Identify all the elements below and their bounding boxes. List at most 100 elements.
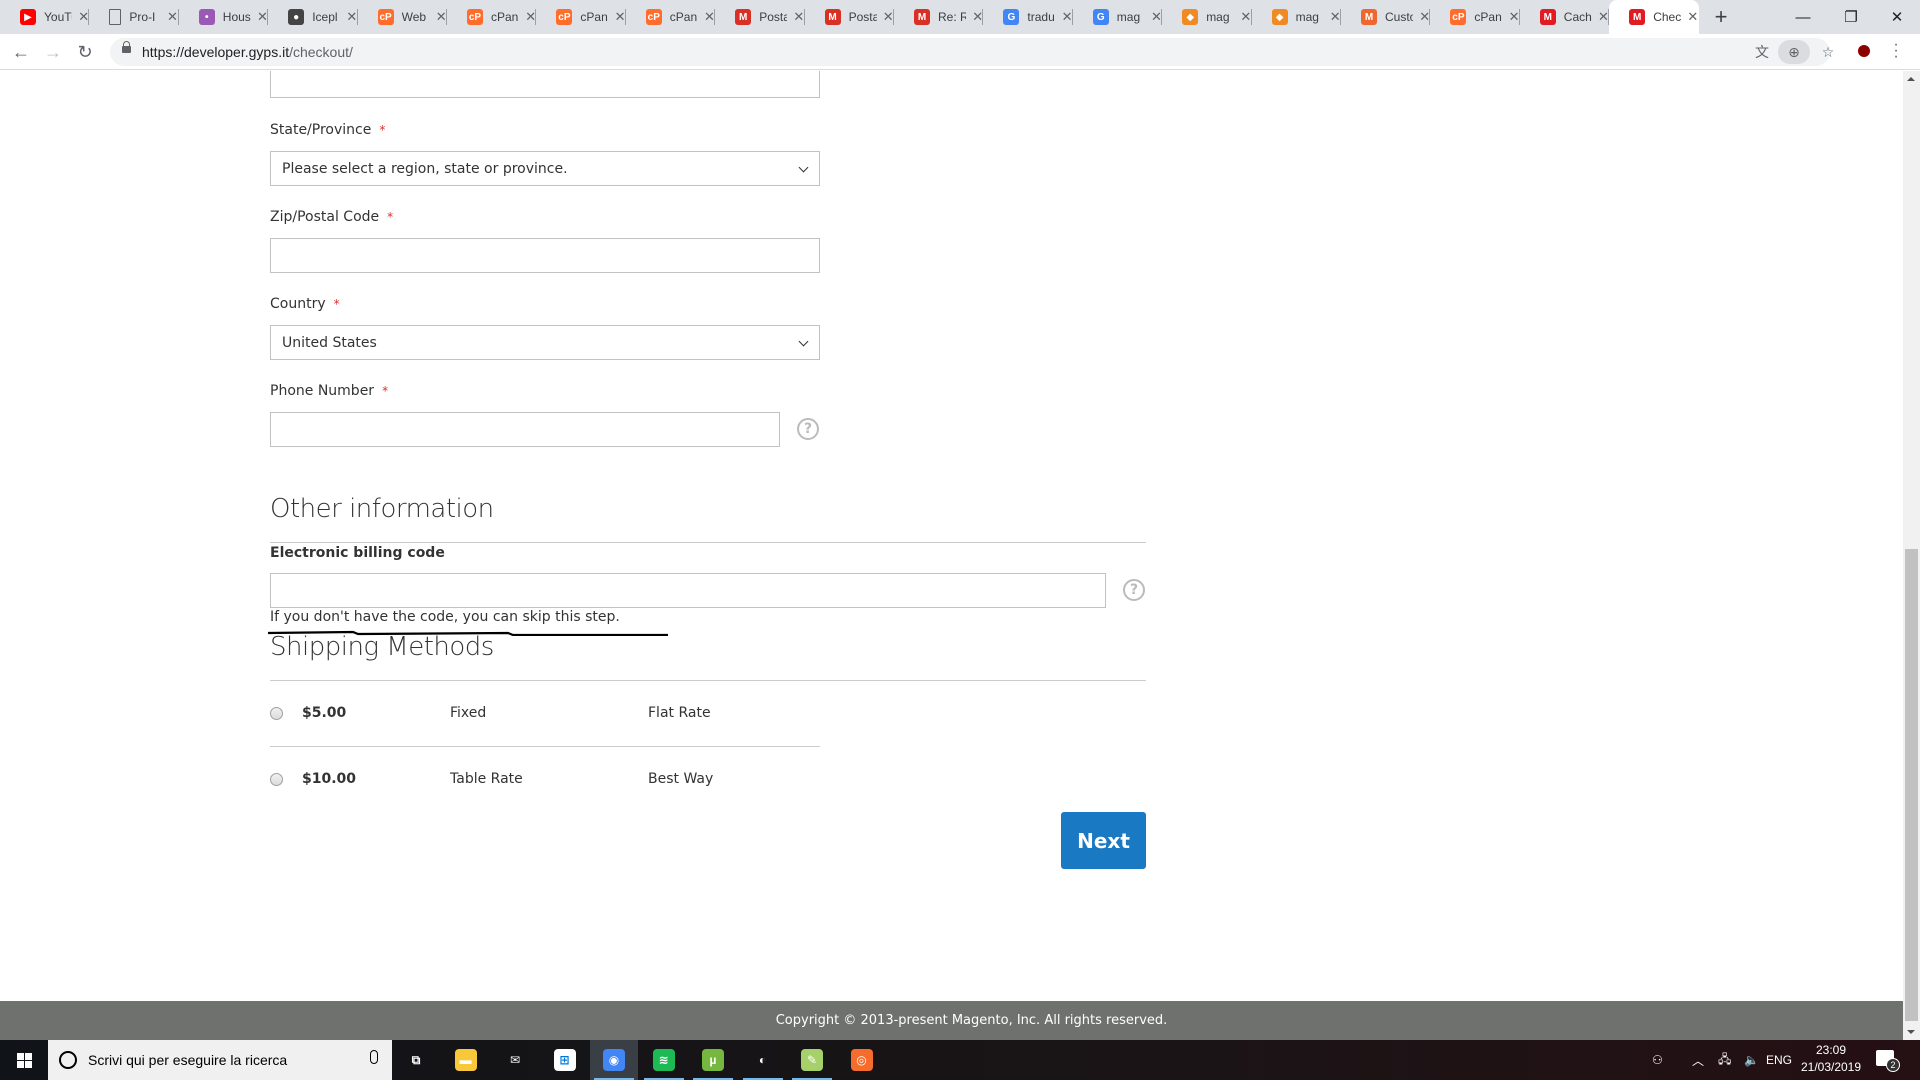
magento-icon: M [1539,9,1556,25]
browser-tab[interactable]: cP cPan ✕ [626,0,716,34]
browser-tab[interactable]: ▶YouTube✕ [0,0,90,34]
document-icon [109,9,122,25]
next-button[interactable]: Next [1061,812,1146,869]
shipping-method-row[interactable]: $10.00 Table Rate Best Way [270,771,830,811]
shipping-method-row[interactable]: $5.00 Fixed Flat Rate [270,705,830,745]
url-path: /checkout/ [289,44,353,60]
magento-icon: M [1361,9,1377,25]
taskbar-app-audio-app[interactable]: ◐ [739,1040,787,1080]
taskbar-app-chrome[interactable]: ◉ [590,1040,638,1080]
shipping-radio[interactable] [270,707,283,720]
taskbar-app-file-explorer[interactable]: ▬ [442,1040,490,1080]
youtube-icon: ▶ [20,9,36,25]
state-select[interactable]: Please select a region, state or provinc… [270,151,820,186]
language-indicator[interactable]: ENG [1766,1040,1792,1080]
browser-tab[interactable]: Pro-I ✕ [89,0,179,34]
taskbar-search-box[interactable]: Scrivi qui per eseguire la ricerca [48,1040,392,1080]
scroll-up-arrow-icon[interactable] [1907,77,1915,81]
network-icon[interactable]: 🖧 [1718,1040,1731,1080]
people-icon[interactable]: ⚇ [1652,1040,1663,1080]
zip-input[interactable] [270,238,820,273]
tab-title: mag [1116,10,1141,24]
tab-title: cPan [669,10,698,24]
shipping-radio[interactable] [270,773,283,786]
browser-tab[interactable]: Gmag ✕ [1073,0,1163,34]
tab-title: Pro-I [129,10,156,24]
street-address-input[interactable] [270,71,820,98]
cpanel-icon: cP [377,9,394,25]
start-button[interactable] [0,1040,48,1080]
page-scrollbar[interactable] [1903,71,1920,1040]
country-select[interactable]: United States [270,325,820,360]
browser-tab[interactable]: M Re: R ✕ [894,0,984,34]
magento-forum-icon: ◆ [1182,9,1199,25]
tab-title: Chec [1653,10,1682,24]
new-tab-button[interactable]: + [1708,4,1734,30]
volume-icon[interactable]: 🔈 [1744,1040,1759,1080]
billing-code-input[interactable] [270,573,1106,608]
browser-tab[interactable]: M Posta ✕ [715,0,805,34]
browser-tab[interactable]: Gtradu ✕ [983,0,1073,34]
browser-tab[interactable]: cP cPan ✕ [536,0,626,34]
microphone-icon[interactable] [370,1050,378,1064]
page-viewport: State/Province * Please select a region, … [0,71,1903,1040]
back-button[interactable]: ← [9,40,33,64]
close-tab-icon[interactable]: ✕ [1687,9,1698,25]
extension-icon[interactable] [1858,45,1870,57]
taskbar-app-mail[interactable]: ✉ [491,1040,539,1080]
zoom-icon[interactable]: ⊕ [1778,40,1810,64]
taskbar-app-notepad-plus[interactable]: ✎ [788,1040,836,1080]
browser-tab[interactable]: cP Web ✕ [358,0,447,34]
system-clock[interactable]: 23:09 21/03/2019 [1796,1042,1866,1076]
browser-tab[interactable]: cP cPan ✕ [447,0,537,34]
phone-label: Phone Number * [270,383,389,399]
url-host: https://developer.gyps.it [142,44,290,60]
country-label: Country * [270,296,340,312]
address-bar[interactable]: https://developer.gyps.it/checkout/ 文 ⊕ … [110,38,1834,66]
browser-tab[interactable]: ◆ mag ✕ [1162,0,1252,34]
restore-button[interactable]: ❐ [1828,0,1874,34]
forward-button[interactable]: → [41,40,65,64]
help-icon[interactable]: ? [797,418,819,440]
taskbar-app-utorrent[interactable]: µ [689,1040,737,1080]
browser-tab[interactable]: cP cPan ✕ [1430,0,1520,34]
scrollbar-thumb[interactable] [1905,549,1918,1021]
phone-input[interactable] [270,412,780,447]
reload-icon: ↻ [77,41,93,62]
cpanel-icon: cP [467,9,483,25]
browser-toolbar: ← → ↻ https://developer.gyps.it/checkout… [0,34,1920,70]
browser-tab[interactable]: ◆ mag ✕ [1252,0,1341,34]
close-window-button[interactable]: ✕ [1874,0,1920,34]
minimize-button[interactable]: — [1780,0,1826,34]
iceplay-icon: ● [288,9,305,25]
tab-title: Cach [1563,10,1592,24]
arrow-left-icon: ← [12,41,30,62]
billing-code-label: Electronic billing code [270,545,445,561]
zip-label: Zip/Postal Code * [270,209,394,225]
search-placeholder: Scrivi qui per eseguire la ricerca [88,1052,288,1068]
url-text[interactable]: https://developer.gyps.it/checkout/ [142,44,353,60]
browser-menu-icon[interactable]: · · · [1892,37,1900,65]
translate-icon[interactable]: 文 [1750,40,1774,64]
browser-tab[interactable]: M Posta ✕ [805,0,894,34]
chevron-down-icon [798,336,809,347]
taskbar-app-spotify[interactable]: ≋ [640,1040,688,1080]
gmail-icon: M [824,9,841,25]
browser-tab[interactable]: ● Icepl ✕ [268,0,358,34]
taskbar-app-store[interactable]: ⊞ [541,1040,589,1080]
browser-tab[interactable]: M Chec ✕ [1609,0,1699,34]
tab-title: Web [401,10,427,24]
reload-button[interactable]: ↻ [73,40,97,64]
browser-tab[interactable]: MCusto✕ [1341,0,1431,34]
show-hidden-icons-chevron-icon[interactable]: ︿ [1692,1040,1704,1080]
browser-tab[interactable]: M Cach ✕ [1520,0,1610,34]
taskbar-app-origin[interactable]: ◎ [838,1040,886,1080]
tab-title: Posta [759,10,788,24]
state-label: State/Province * [270,122,386,138]
bookmark-star-icon[interactable]: ☆ [1816,40,1840,64]
taskbar-app-task-view[interactable]: ⧉ [392,1040,440,1080]
help-icon[interactable]: ? [1123,579,1145,601]
row-divider [270,746,820,747]
scroll-down-arrow-icon[interactable] [1907,1030,1915,1034]
browser-tab[interactable]: • Hous ✕ [179,0,269,34]
